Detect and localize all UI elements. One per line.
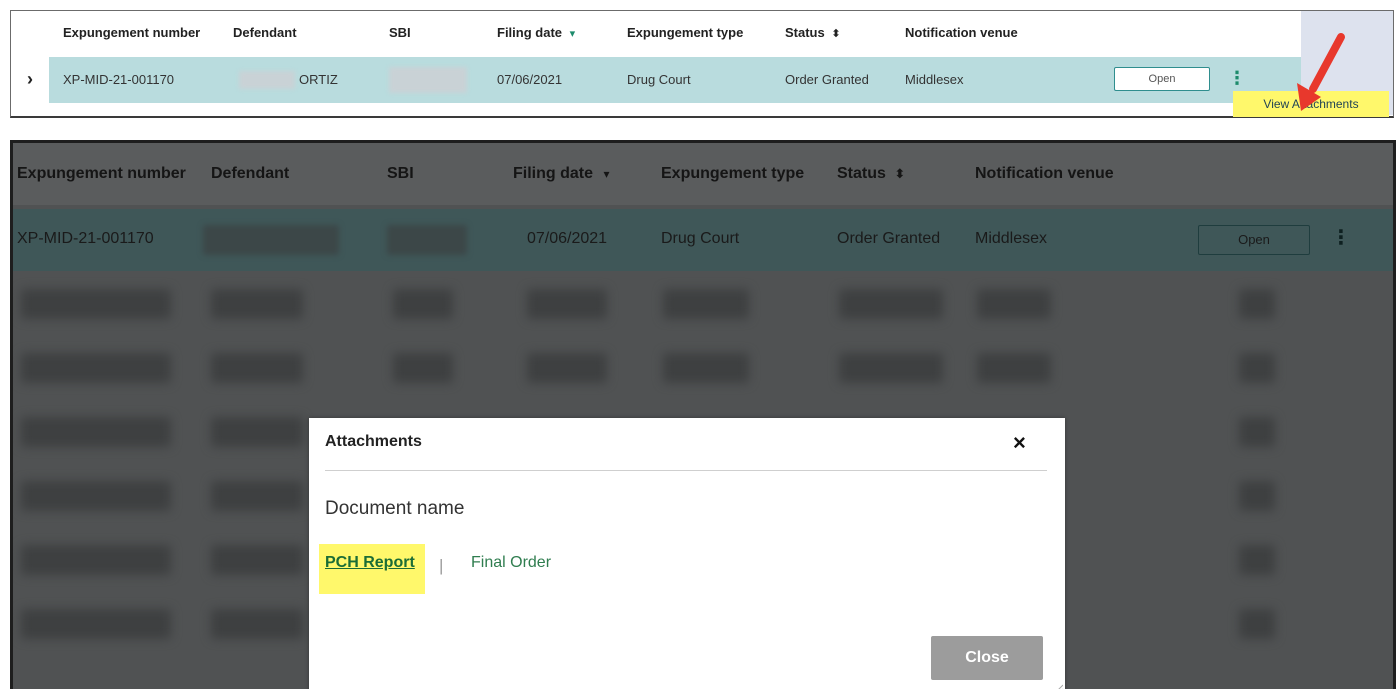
col-notification-venue[interactable]: Notification venue <box>975 165 1114 183</box>
col-sbi[interactable]: SBI <box>389 25 411 40</box>
chevron-right-icon[interactable]: › <box>27 69 33 90</box>
close-icon[interactable]: × <box>1013 430 1026 456</box>
cell-filing-date: 07/06/2021 <box>497 72 563 87</box>
sort-updown-icon: ⬍ <box>894 166 906 181</box>
modal-divider <box>325 470 1047 471</box>
table-row[interactable]: XP-MID-21-001170 ORTIZ 07/06/2021 Drug C… <box>49 57 1301 103</box>
col-status-label: Status <box>837 165 886 182</box>
document-name-label: Document name <box>325 498 465 519</box>
sort-updown-icon: ⬍ <box>831 28 841 40</box>
col-filing-date[interactable]: Filing date ▾ <box>497 25 575 40</box>
modal-title: Attachments <box>325 433 422 450</box>
attachments-modal: Attachments × Document name PCH Report |… <box>309 418 1065 689</box>
col-expungement-type[interactable]: Expungement type <box>661 165 804 183</box>
col-defendant[interactable]: Defendant <box>233 25 297 40</box>
col-status[interactable]: Status ⬍ <box>837 165 905 183</box>
col-defendant[interactable]: Defendant <box>211 165 289 183</box>
col-filing-date-label: Filing date <box>497 25 562 40</box>
list-item <box>13 279 1393 331</box>
open-button[interactable]: Open <box>1114 67 1210 91</box>
col-filing-date-label: Filing date <box>513 165 593 182</box>
kebab-menu-icon[interactable]: ⋮ <box>1331 225 1351 250</box>
col-sbi[interactable]: SBI <box>387 165 414 183</box>
cell-expungement-type: Drug Court <box>661 230 740 247</box>
top-table-panel: Expungement number Defendant SBI Filing … <box>10 10 1394 118</box>
col-filing-date[interactable]: Filing date ▾ <box>513 165 609 183</box>
redacted-defendant <box>203 225 339 255</box>
cell-filing-date: 07/06/2021 <box>527 230 608 247</box>
redacted-sbi <box>389 67 467 93</box>
cell-defendant: ORTIZ <box>299 72 338 87</box>
cell-status: Order Granted <box>785 72 869 87</box>
table-row[interactable]: XP-MID-21-001170 07/06/2021 Drug Court O… <box>13 209 1393 271</box>
col-expungement-type[interactable]: Expungement type <box>627 25 743 40</box>
link-separator: | <box>439 556 444 575</box>
cell-expungement-type: Drug Court <box>627 72 691 87</box>
resize-grip-icon[interactable] <box>1053 683 1063 689</box>
red-arrow-icon <box>1297 33 1345 111</box>
col-expungement-number[interactable]: Expungement number <box>63 25 200 40</box>
pch-report-link[interactable]: PCH Report <box>325 554 415 572</box>
chevron-down-icon: ▾ <box>569 28 576 40</box>
list-item <box>13 343 1393 395</box>
overlay-table-panel: Expungement number Defendant SBI Filing … <box>10 140 1396 689</box>
overlay-table-header: Expungement number Defendant SBI Filing … <box>13 143 1393 205</box>
redacted-sbi <box>387 225 467 255</box>
top-table-header: Expungement number Defendant SBI Filing … <box>11 11 1301 55</box>
open-button[interactable]: Open <box>1198 225 1310 255</box>
chevron-down-icon: ▾ <box>603 167 610 181</box>
col-status[interactable]: Status ⬍ <box>785 25 841 40</box>
col-status-label: Status <box>785 25 825 40</box>
redacted-first-name <box>239 71 295 89</box>
cell-status: Order Granted <box>837 230 941 247</box>
cell-notification-venue: Middlesex <box>975 230 1048 247</box>
col-notification-venue[interactable]: Notification venue <box>905 25 1018 40</box>
cell-expungement-number: XP-MID-21-001170 <box>17 230 154 247</box>
col-expungement-number[interactable]: Expungement number <box>17 165 186 183</box>
kebab-menu-icon[interactable]: ⋮ <box>1228 68 1246 89</box>
cell-expungement-number: XP-MID-21-001170 <box>63 72 175 87</box>
close-button[interactable]: Close <box>931 636 1043 680</box>
final-order-link[interactable]: Final Order <box>471 554 551 572</box>
cell-notification-venue: Middlesex <box>905 72 964 87</box>
